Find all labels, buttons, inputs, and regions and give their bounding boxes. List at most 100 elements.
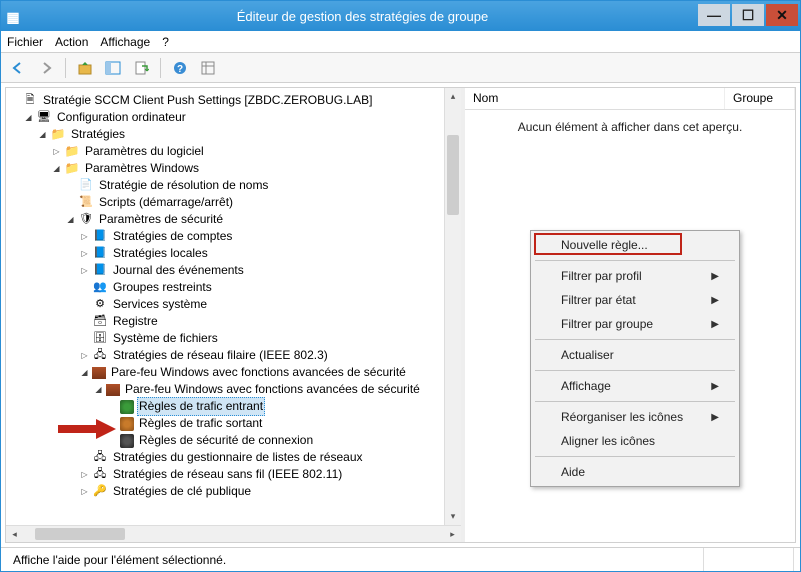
tree-policies[interactable]: Stratégies <box>69 126 127 143</box>
context-menu: Nouvelle règle... Filtrer par profil▶ Fi… <box>530 230 740 487</box>
statusbar-text: Affiche l'aide pour l'élément sélectionn… <box>7 548 614 571</box>
menubar: Fichier Action Affichage ? <box>1 31 800 53</box>
script-icon <box>78 195 94 211</box>
tree-scripts[interactable]: Scripts (démarrage/arrêt) <box>97 194 235 211</box>
export-button[interactable] <box>130 57 152 79</box>
app-window: ▦ Éditeur de gestion des stratégies de g… <box>0 0 801 572</box>
menu-view[interactable]: Affichage▶ <box>533 374 737 398</box>
firewall-icon <box>92 367 106 379</box>
statusbar-cell-3 <box>704 548 794 571</box>
tree-local-policies[interactable]: Stratégies locales <box>111 245 210 262</box>
tree-system-services[interactable]: Services système <box>111 296 209 313</box>
back-button[interactable] <box>7 57 29 79</box>
public-key-icon <box>92 484 108 500</box>
tree-view[interactable]: Stratégie SCCM Client Push Settings [ZBD… <box>6 88 444 525</box>
submenu-arrow-icon: ▶ <box>711 271 719 282</box>
policy-book-icon <box>92 246 108 262</box>
tree-network-list-manager[interactable]: Stratégies du gestionnaire de listes de … <box>111 449 365 466</box>
close-button[interactable]: ✕ <box>766 4 798 26</box>
tree-outbound-rules[interactable]: Règles de trafic sortant <box>137 415 264 432</box>
tree-registry[interactable]: Registre <box>111 313 160 330</box>
up-button[interactable] <box>74 57 96 79</box>
maximize-button[interactable]: ☐ <box>732 4 764 26</box>
tree-software-settings[interactable]: Paramètres du logiciel <box>83 143 206 160</box>
scroll-down-button[interactable]: ▾ <box>445 508 461 525</box>
minimize-button[interactable]: — <box>698 4 730 26</box>
wired-network-icon <box>92 348 108 364</box>
tree-account-policies[interactable]: Stratégies de comptes <box>111 228 234 245</box>
listview-header[interactable]: Nom Groupe <box>465 88 795 110</box>
tree-vertical-scrollbar[interactable]: ▴ ▾ <box>444 88 461 525</box>
statusbar-cell-2 <box>614 548 704 571</box>
menu-refresh[interactable]: Actualiser <box>533 343 737 367</box>
toolbar: ? <box>1 53 800 83</box>
tree-computer-config[interactable]: Configuration ordinateur <box>55 109 188 126</box>
tree-name-resolution[interactable]: Stratégie de résolution de noms <box>97 177 270 194</box>
content-area: Stratégie SCCM Client Push Settings [ZBD… <box>5 87 796 543</box>
scroll-thumb[interactable] <box>447 135 459 215</box>
tree-inbound-rules[interactable]: Règles de trafic entrant <box>137 397 265 416</box>
menu-filter-profile[interactable]: Filtrer par profil▶ <box>533 264 737 288</box>
outbound-rules-icon <box>120 417 134 431</box>
registry-icon <box>92 314 108 330</box>
system-menu-icon[interactable]: ▦ <box>1 7 25 29</box>
menu-view[interactable]: Affichage <box>100 35 150 49</box>
submenu-arrow-icon: ▶ <box>711 319 719 330</box>
tree-event-log[interactable]: Journal des événements <box>111 262 246 279</box>
network-list-icon <box>92 450 108 466</box>
menu-rearrange-icons[interactable]: Réorganiser les icônes▶ <box>533 405 737 429</box>
menu-filter-state[interactable]: Filtrer par état▶ <box>533 288 737 312</box>
tree-wireless-network[interactable]: Stratégies de réseau sans fil (IEEE 802.… <box>111 466 344 483</box>
groups-icon <box>92 280 108 296</box>
folder-icon <box>64 161 80 177</box>
inbound-rules-icon <box>120 400 134 414</box>
forward-button[interactable] <box>35 57 57 79</box>
eventlog-icon <box>92 263 108 279</box>
scroll-right-button[interactable]: ▸ <box>444 526 461 542</box>
tree-security-settings[interactable]: Paramètres de sécurité <box>97 211 225 228</box>
menu-help[interactable]: ? <box>162 35 169 49</box>
menu-filter-group[interactable]: Filtrer par groupe▶ <box>533 312 737 336</box>
filesystem-icon <box>92 331 108 347</box>
menu-new-rule[interactable]: Nouvelle règle... <box>533 233 737 257</box>
menu-help[interactable]: Aide <box>533 460 737 484</box>
services-icon <box>92 297 108 313</box>
scroll-up-button[interactable]: ▴ <box>445 88 461 105</box>
folder-icon <box>64 144 80 160</box>
listview-pane: Nom Groupe Aucun élément à afficher dans… <box>465 88 795 542</box>
statusbar: Affiche l'aide pour l'élément sélectionn… <box>1 547 800 571</box>
wireless-network-icon <box>92 467 108 483</box>
submenu-arrow-icon: ▶ <box>711 295 719 306</box>
firewall-icon <box>106 384 120 396</box>
tree-root[interactable]: Stratégie SCCM Client Push Settings [ZBD… <box>41 92 374 109</box>
tree-windows-settings[interactable]: Paramètres Windows <box>83 160 201 177</box>
window-title: Éditeur de gestion des stratégies de gro… <box>27 9 698 24</box>
submenu-arrow-icon: ▶ <box>711 412 719 423</box>
scroll-thumb-h[interactable] <box>35 528 125 540</box>
policy-icon <box>22 93 38 109</box>
titlebar[interactable]: ▦ Éditeur de gestion des stratégies de g… <box>1 1 800 31</box>
policy-book-icon <box>92 229 108 245</box>
column-group[interactable]: Groupe <box>725 88 795 109</box>
tree-connection-security[interactable]: Règles de sécurité de connexion <box>137 432 315 449</box>
tree-restricted-groups[interactable]: Groupes restreints <box>111 279 214 296</box>
computer-icon <box>36 110 52 126</box>
show-hide-tree-button[interactable] <box>102 57 124 79</box>
listview-body[interactable]: Aucun élément à afficher dans cet aperçu… <box>465 110 795 542</box>
tree-file-system[interactable]: Système de fichiers <box>111 330 220 347</box>
scroll-left-button[interactable]: ◂ <box>6 526 23 542</box>
connection-security-icon <box>120 434 134 448</box>
help-button[interactable]: ? <box>169 57 191 79</box>
menu-file[interactable]: Fichier <box>7 35 43 49</box>
menu-action[interactable]: Action <box>55 35 88 49</box>
menu-align-icons[interactable]: Aligner les icônes <box>533 429 737 453</box>
tree-firewall-advanced[interactable]: Pare-feu Windows avec fonctions avancées… <box>109 364 408 381</box>
column-name[interactable]: Nom <box>465 88 725 109</box>
tree-wired-network[interactable]: Stratégies de réseau filaire (IEEE 802.3… <box>111 347 330 364</box>
doc-icon <box>78 178 94 194</box>
tree-public-key[interactable]: Stratégies de clé publique <box>111 483 253 500</box>
folder-icon <box>50 127 66 143</box>
tree-horizontal-scrollbar[interactable]: ◂ ▸ <box>6 525 461 542</box>
tree-firewall-advanced-inner[interactable]: Pare-feu Windows avec fonctions avancées… <box>123 381 422 398</box>
properties-button[interactable] <box>197 57 219 79</box>
